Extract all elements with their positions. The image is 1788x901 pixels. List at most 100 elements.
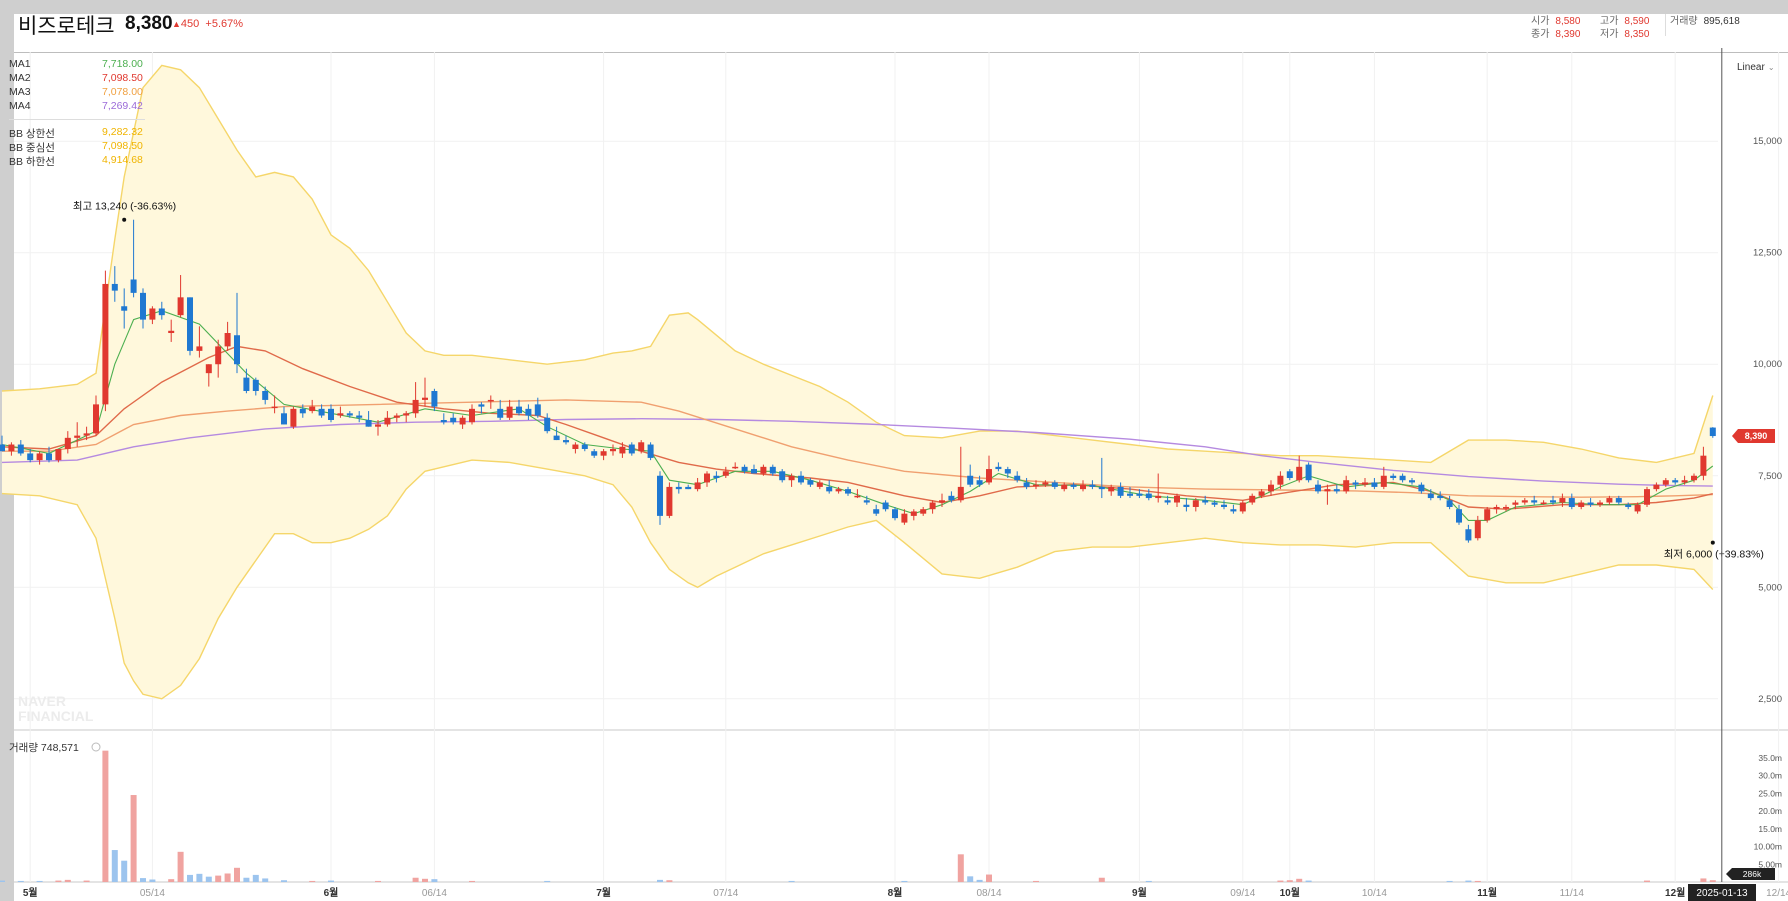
candle-body xyxy=(412,399,419,414)
candle-body xyxy=(459,417,466,425)
candle-body xyxy=(431,391,438,407)
candle-body xyxy=(403,413,410,416)
candle-body xyxy=(1268,484,1274,492)
price-chart[interactable]: 2,500 5,000 7,500 10,000 12,500 15,000 NAVERFI… xyxy=(0,0,1788,901)
candle-body xyxy=(647,444,654,458)
candle-body xyxy=(281,413,287,425)
candle-body xyxy=(1333,489,1340,492)
settings-gear-icon xyxy=(91,742,101,752)
volume-tick-label: 30.0m xyxy=(1758,771,1782,781)
candle-body xyxy=(1239,502,1246,512)
volume-bar xyxy=(1286,880,1293,882)
scale-selector[interactable]: Linear ⌄ xyxy=(1737,62,1775,73)
volume-bar xyxy=(224,873,231,882)
x-tick-label: 07/14 xyxy=(713,888,738,899)
candle-body xyxy=(1023,482,1030,487)
candle-body xyxy=(863,500,870,503)
volume-bar xyxy=(1709,880,1716,882)
candle-body xyxy=(36,453,43,461)
extreme-marker xyxy=(122,217,127,222)
candle-body xyxy=(224,333,231,347)
candle-body xyxy=(1446,500,1453,507)
candle-body xyxy=(337,413,344,416)
candle-body xyxy=(393,415,400,418)
candle-body xyxy=(1230,509,1237,512)
candle-body xyxy=(722,471,729,476)
candle-body xyxy=(1004,469,1011,474)
candle-body xyxy=(1587,502,1594,505)
volume-title: 거래량 748,571 xyxy=(9,742,79,754)
volume-bar xyxy=(1700,878,1707,882)
ma4-label: MA4 xyxy=(9,100,31,112)
candle-body xyxy=(1164,500,1171,503)
volume-bar xyxy=(17,880,24,882)
candle-body xyxy=(17,444,24,454)
candle-body xyxy=(1033,484,1039,487)
volume-bar xyxy=(234,867,240,882)
candle-body xyxy=(704,473,710,483)
candle-body xyxy=(525,408,532,416)
candle-body xyxy=(516,406,522,414)
volume-bar xyxy=(1446,880,1453,882)
candle-body xyxy=(1145,493,1152,499)
candle-body xyxy=(600,451,607,456)
candle-body xyxy=(713,475,720,478)
volume-bar xyxy=(666,880,673,882)
candle-body xyxy=(205,364,212,374)
volume-bar xyxy=(215,875,222,882)
candle-body xyxy=(1493,506,1500,510)
volume-bar xyxy=(121,860,128,882)
volume-bar xyxy=(328,880,334,882)
candle-body xyxy=(835,489,842,492)
candle-body xyxy=(450,417,457,423)
candle-body xyxy=(628,444,635,454)
candle-body xyxy=(1568,498,1575,507)
candle-body xyxy=(168,330,175,334)
candle-body xyxy=(196,346,203,351)
x-tick-label: 05/14 xyxy=(140,888,165,899)
candle-body xyxy=(1136,493,1143,496)
candle-body xyxy=(328,408,334,420)
candle-body xyxy=(1014,475,1021,481)
y-tick-label: 5,000 xyxy=(1758,582,1782,593)
candle-body xyxy=(478,404,485,407)
volume-bar xyxy=(262,878,269,882)
volume-bar xyxy=(149,879,156,882)
candle-body xyxy=(497,408,504,418)
candle-body xyxy=(46,453,52,461)
candle-body xyxy=(1192,500,1199,507)
candle-body xyxy=(1672,480,1679,483)
volume-bar xyxy=(130,795,137,882)
volume-bar xyxy=(83,880,90,882)
candle-body xyxy=(638,442,645,452)
candle-body xyxy=(939,500,945,503)
candle-body xyxy=(1080,484,1086,490)
current-volume-label: 286k xyxy=(1743,869,1762,879)
candle-body xyxy=(816,482,823,487)
chart-screenshot: 비즈로테크 8,380 ▲450 +5.67% 시가 8,580 고가 8,590 … xyxy=(0,0,1788,901)
candle-body xyxy=(929,502,936,510)
volume-bar xyxy=(976,879,983,882)
candle-body xyxy=(1296,466,1303,481)
candle-body xyxy=(892,509,898,519)
x-tick-label: 10/14 xyxy=(1362,888,1387,899)
x-tick-label: 09/14 xyxy=(1230,888,1255,899)
bb-upper-label: BB 상한선 xyxy=(9,128,55,140)
candle-body xyxy=(1409,480,1415,483)
volume-bar xyxy=(957,854,964,882)
volume-bar xyxy=(187,874,193,882)
bb-lower-value: 4,914.68 xyxy=(102,154,143,166)
y-tick-label: 15,000 xyxy=(1753,136,1782,147)
ma2-label: MA2 xyxy=(9,72,31,84)
volume-bar xyxy=(252,874,259,882)
candle-body xyxy=(1691,475,1697,481)
candle-body xyxy=(1042,482,1049,485)
candle-body xyxy=(760,466,767,474)
candle-body xyxy=(741,466,748,472)
y-tick-label: 12,500 xyxy=(1753,248,1782,259)
candle-body xyxy=(1559,498,1566,503)
candle-body xyxy=(309,406,316,412)
x-tick-label: 06/14 xyxy=(422,888,447,899)
candle-body xyxy=(798,475,804,483)
candle-body xyxy=(619,446,626,454)
